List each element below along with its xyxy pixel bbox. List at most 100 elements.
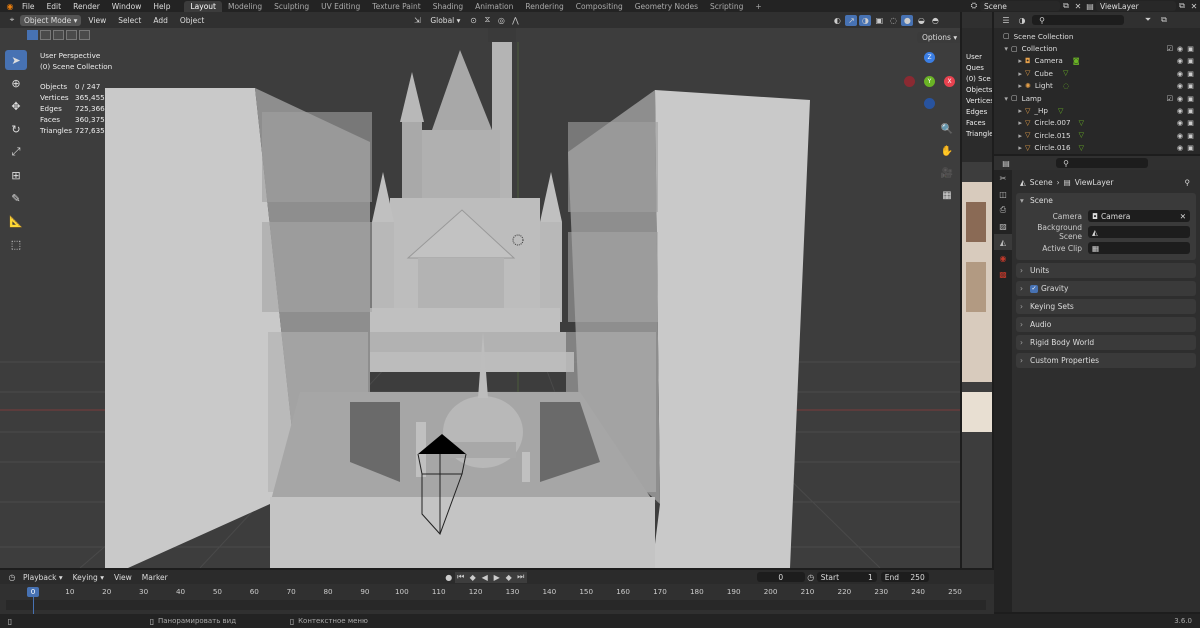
tab-compositing[interactable]: Compositing <box>570 1 629 12</box>
y-axis-icon[interactable]: Y <box>924 76 935 87</box>
pivot-icon[interactable]: ⊙ <box>467 15 479 26</box>
camera-render-icon[interactable]: ▣ <box>1187 56 1194 65</box>
gravity-checkbox[interactable]: ✓ <box>1030 284 1038 293</box>
play-reverse-icon[interactable]: ◀ <box>478 571 491 583</box>
menu-edit[interactable]: Edit <box>41 2 68 11</box>
menu-keying[interactable]: Keying ▾ <box>68 573 109 582</box>
custom-properties-panel-header[interactable]: › Custom Properties <box>1016 353 1196 368</box>
tab-layout[interactable]: Layout <box>184 0 222 12</box>
tab-geometry-nodes[interactable]: Geometry Nodes <box>629 1 704 12</box>
tab-modeling[interactable]: Modeling <box>222 1 268 12</box>
select-new-icon[interactable] <box>27 30 38 40</box>
camera-render-icon[interactable]: ▣ <box>1187 94 1194 103</box>
select-subtract-icon[interactable] <box>53 30 64 40</box>
visibility-icon[interactable]: ◐ <box>831 15 843 26</box>
expand-arrow-icon[interactable]: ▸ <box>994 81 1022 90</box>
tab-shading[interactable]: Shading <box>427 1 469 12</box>
eye-icon[interactable]: ◉ <box>1177 44 1183 53</box>
tab-rendering[interactable]: Rendering <box>519 1 569 12</box>
neg-x-axis-icon[interactable] <box>904 76 915 87</box>
outliner-row-light[interactable]: ▸ ✺ Light ◌ ◉ ▣ <box>994 80 1200 92</box>
eye-icon[interactable]: ◉ <box>1177 143 1183 152</box>
proportional-edit-icon[interactable]: ◎ <box>495 15 507 26</box>
properties-search-input[interactable]: ⚲ <box>1056 158 1148 168</box>
filter-icon[interactable]: ⏷ <box>1142 15 1154 26</box>
jump-keyframe-back-icon[interactable]: ◆ <box>466 571 479 583</box>
scale-tool-icon[interactable]: ⤢ <box>5 142 27 162</box>
play-icon[interactable]: ▶ <box>490 571 503 583</box>
editor-type-icon[interactable]: ⌖ <box>6 15 18 26</box>
menu-view[interactable]: View <box>83 16 111 25</box>
shading-wireframe-icon[interactable]: ◌ <box>887 15 899 26</box>
outliner-row-camera[interactable]: ▸ ◘ Camera ◙ ◉ ▣ <box>994 55 1200 67</box>
outliner-editor-icon[interactable]: ☰ <box>1000 15 1012 26</box>
end-frame-field[interactable]: End 250 <box>880 572 929 582</box>
tab-texture-paint[interactable]: Texture Paint <box>366 1 426 12</box>
output-tab-icon[interactable]: ⎙ <box>994 202 1012 218</box>
cursor-tool-icon[interactable]: ⊕ <box>5 73 27 93</box>
expand-arrow-icon[interactable]: ▸ <box>994 143 1022 152</box>
viewlayer-selector[interactable]: ViewLayer <box>1096 1 1176 11</box>
zoom-icon[interactable]: 🔍 <box>938 120 956 138</box>
tab-scripting[interactable]: Scripting <box>704 1 749 12</box>
eye-icon[interactable]: ◉ <box>1177 118 1183 127</box>
outliner-row-circle-015[interactable]: ▸ ▽ Circle.015 ▽ ◉ ▣ <box>994 129 1200 141</box>
rigid-body-world-panel-header[interactable]: › Rigid Body World <box>1016 335 1196 350</box>
viewport-scene[interactable] <box>0 12 960 568</box>
expand-arrow-icon[interactable]: ▾ <box>994 94 1008 103</box>
expand-arrow-icon[interactable]: ▾ <box>994 44 1008 53</box>
eye-icon[interactable]: ◉ <box>1177 94 1183 103</box>
outliner-row-scene-collection[interactable]: ▢ Scene Collection <box>994 30 1200 42</box>
jump-keyframe-forward-icon[interactable]: ◆ <box>502 571 515 583</box>
menu-window[interactable]: Window <box>106 2 148 11</box>
jump-start-icon[interactable]: ⏮ <box>454 571 467 583</box>
gravity-panel-header[interactable]: › ✓ Gravity <box>1016 281 1196 296</box>
eye-icon[interactable]: ◉ <box>1177 69 1183 78</box>
menu-help[interactable]: Help <box>147 2 176 11</box>
start-frame-field[interactable]: Start 1 <box>816 572 877 582</box>
units-panel-header[interactable]: › Units <box>1016 263 1196 278</box>
secondary-viewport[interactable]: User Ques (0) Sce Objects Vertices Edges… <box>962 12 992 568</box>
clock-icon[interactable]: ◷ <box>805 572 817 583</box>
keying-sets-panel[interactable]: › Keying Sets <box>1016 299 1196 314</box>
camera-render-icon[interactable]: ▣ <box>1187 44 1194 53</box>
3d-viewport[interactable]: ⌖ Object Mode ▾ View Select Add Object ⇲… <box>0 12 960 568</box>
timeline-ruler[interactable]: 0 10 20 30 40 50 60 70 80 90 100 110 120 130 140 150 160… <box>0 587 994 597</box>
display-mode-icon[interactable]: ◑ <box>1016 15 1028 26</box>
menu-file[interactable]: File <box>16 2 41 11</box>
outliner-row-lamp[interactable]: ▾ ▢ Lamp ☑ ◉ ▣ <box>994 92 1200 104</box>
active-clip-field[interactable]: ▦ <box>1088 242 1190 254</box>
select-tool-icon[interactable]: ➤ <box>5 50 27 70</box>
eye-icon[interactable]: ◉ <box>1177 81 1183 90</box>
audio-panel-header[interactable]: › Audio <box>1016 317 1196 332</box>
close-viewlayer-icon[interactable]: ✕ <box>1188 1 1200 12</box>
render-tab-icon[interactable]: ◫ <box>994 186 1012 202</box>
x-axis-icon[interactable]: X <box>944 76 955 87</box>
gizmo-icon[interactable]: ↗ <box>845 14 858 26</box>
clear-icon[interactable]: ✕ <box>1180 212 1190 221</box>
annotate-tool-icon[interactable]: ✎ <box>5 188 27 208</box>
camera-render-icon[interactable]: ▣ <box>1187 81 1194 90</box>
timeline-track[interactable] <box>6 600 986 610</box>
menu-object[interactable]: Object <box>175 16 209 25</box>
custom-properties-panel[interactable]: › Custom Properties <box>1016 353 1196 368</box>
object-mode-dropdown[interactable]: Object Mode ▾ <box>20 14 82 26</box>
expand-arrow-icon[interactable]: ▸ <box>994 106 1022 115</box>
outliner-row-collection[interactable]: ▾ ▢ Collection ☑ ◉ ▣ <box>994 42 1200 54</box>
menu-select[interactable]: Select <box>113 16 146 25</box>
menu-playback[interactable]: Playback ▾ <box>18 573 68 582</box>
menu-timeline-view[interactable]: View <box>109 573 137 582</box>
pin-icon[interactable]: ⚲ <box>1185 178 1197 187</box>
texture-tab-icon[interactable]: ▩ <box>994 266 1012 282</box>
menu-marker[interactable]: Marker <box>137 573 173 582</box>
timeline-editor-icon[interactable]: ◷ <box>6 572 18 583</box>
expand-arrow-icon[interactable]: ▸ <box>994 131 1022 140</box>
select-extend-icon[interactable] <box>40 30 51 40</box>
tab-animation[interactable]: Animation <box>469 1 519 12</box>
scene-panel-header[interactable]: ▾ Scene <box>1016 193 1196 208</box>
shading-material-icon[interactable]: ◒ <box>915 15 927 26</box>
expand-arrow-icon[interactable]: ▸ <box>994 118 1022 127</box>
keying-sets-panel-header[interactable]: › Keying Sets <box>1016 299 1196 314</box>
view-layer-tab-icon[interactable]: ▨ <box>994 218 1012 234</box>
camera-render-icon[interactable]: ▣ <box>1187 118 1194 127</box>
